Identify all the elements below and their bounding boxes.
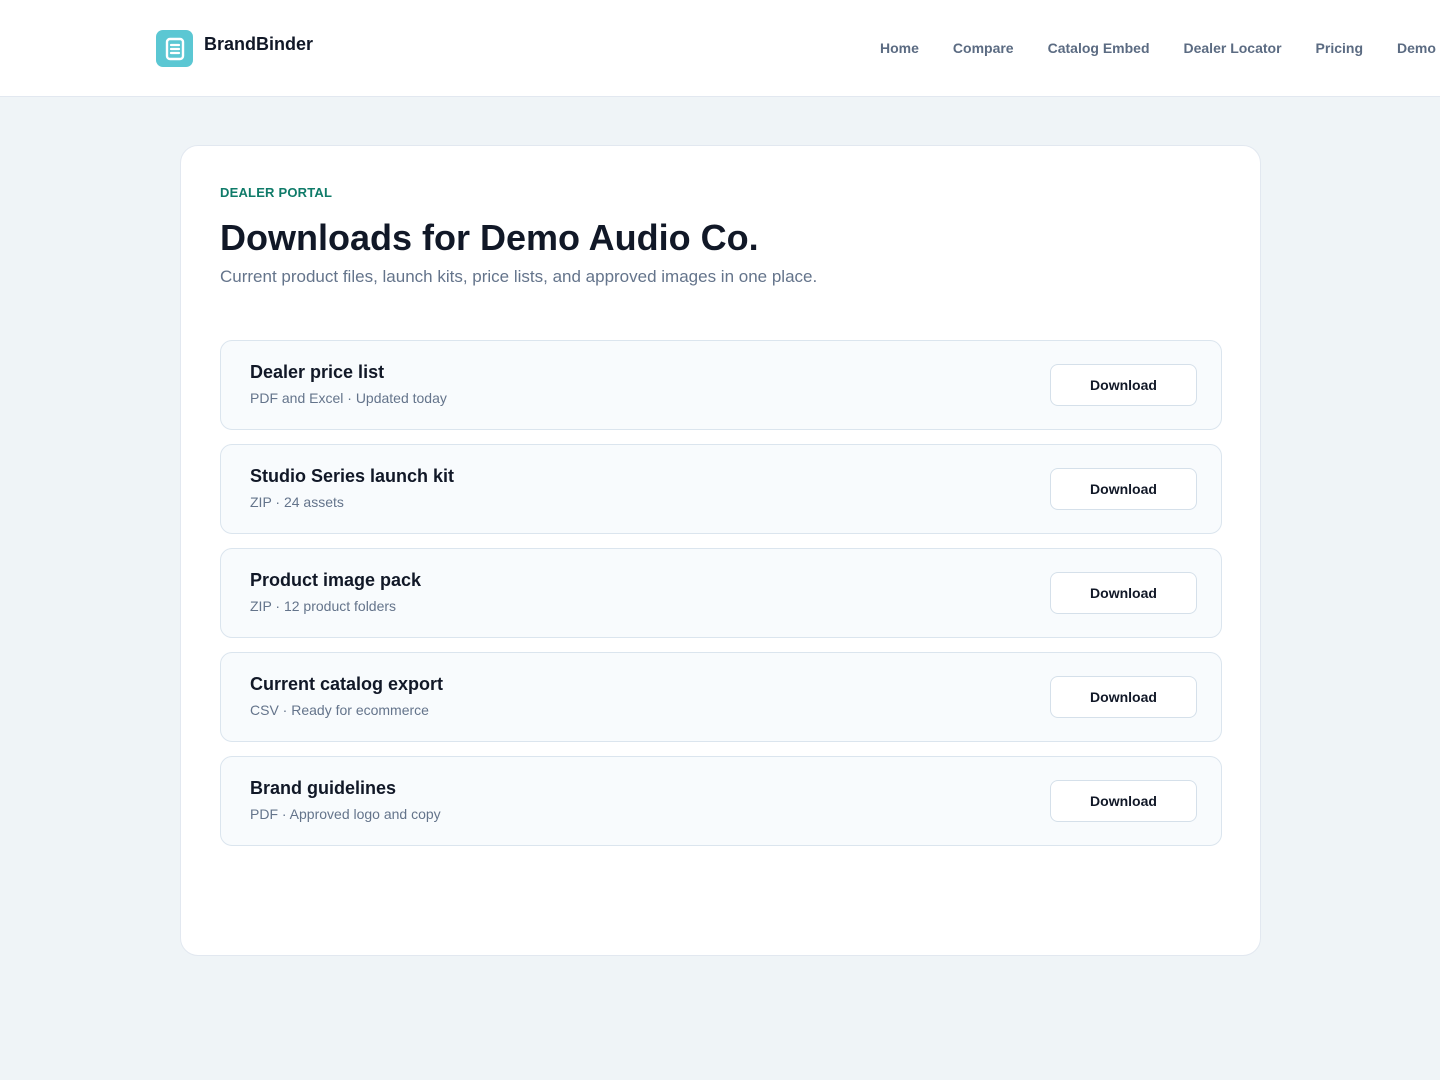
nav-link-compare[interactable]: Compare	[953, 40, 1014, 56]
document-list-icon	[156, 30, 193, 67]
top-navigation-bar: BrandBinder Home Compare Catalog Embed D…	[0, 0, 1440, 97]
section-eyebrow: DEALER PORTAL	[220, 185, 333, 200]
page-subtitle: Current product files, launch kits, pric…	[220, 267, 818, 286]
download-item-meta: PDF and Excel · Updated today	[250, 390, 447, 406]
download-current-catalog-export-button[interactable]: Download	[1050, 676, 1197, 718]
download-studio-series-launch-kit-button[interactable]: Download	[1050, 468, 1197, 510]
download-item-meta: ZIP · 24 assets	[250, 494, 344, 510]
download-brand-guidelines-button[interactable]: Download	[1050, 780, 1197, 822]
download-item-meta: PDF · Approved logo and copy	[250, 806, 441, 822]
download-item-title: Dealer price list	[250, 362, 385, 382]
download-item-meta: CSV · Ready for ecommerce	[250, 702, 429, 718]
brand-home-link[interactable]: BrandBinder	[156, 30, 313, 67]
download-item-title: Current catalog export	[250, 674, 444, 694]
brand-name: BrandBinder	[204, 33, 314, 54]
download-item-meta: ZIP · 12 product folders	[250, 598, 397, 614]
nav-link-catalog-embed[interactable]: Catalog Embed	[1048, 40, 1150, 56]
dealer-downloads-card: DEALER PORTAL Downloads for Demo Audio C…	[180, 145, 1261, 956]
nav-link-pricing[interactable]: Pricing	[1316, 40, 1363, 56]
download-item-brand-guidelines: Brand guidelines PDF · Approved logo and…	[220, 756, 1222, 846]
download-item-product-image-pack: Product image pack ZIP · 12 product fold…	[220, 548, 1222, 638]
primary-navigation: Home Compare Catalog Embed Dealer Locato…	[880, 40, 1440, 56]
download-dealer-price-list-button[interactable]: Download	[1050, 364, 1197, 406]
download-item-dealer-price-list: Dealer price list PDF and Excel · Update…	[220, 340, 1222, 430]
download-product-image-pack-button[interactable]: Download	[1050, 572, 1197, 614]
nav-link-demo[interactable]: Demo	[1397, 40, 1436, 56]
download-item-current-catalog-export: Current catalog export CSV · Ready for e…	[220, 652, 1222, 742]
download-item-title: Studio Series launch kit	[250, 466, 455, 486]
download-item-studio-series-launch-kit: Studio Series launch kit ZIP · 24 assets…	[220, 444, 1222, 534]
download-item-title: Product image pack	[250, 570, 422, 590]
page-title: Downloads for Demo Audio Co.	[220, 217, 759, 258]
download-item-title: Brand guidelines	[250, 778, 397, 798]
nav-link-dealer-locator[interactable]: Dealer Locator	[1184, 40, 1282, 56]
nav-link-home[interactable]: Home	[880, 40, 919, 56]
downloads-list: Dealer price list PDF and Excel · Update…	[220, 340, 1222, 860]
